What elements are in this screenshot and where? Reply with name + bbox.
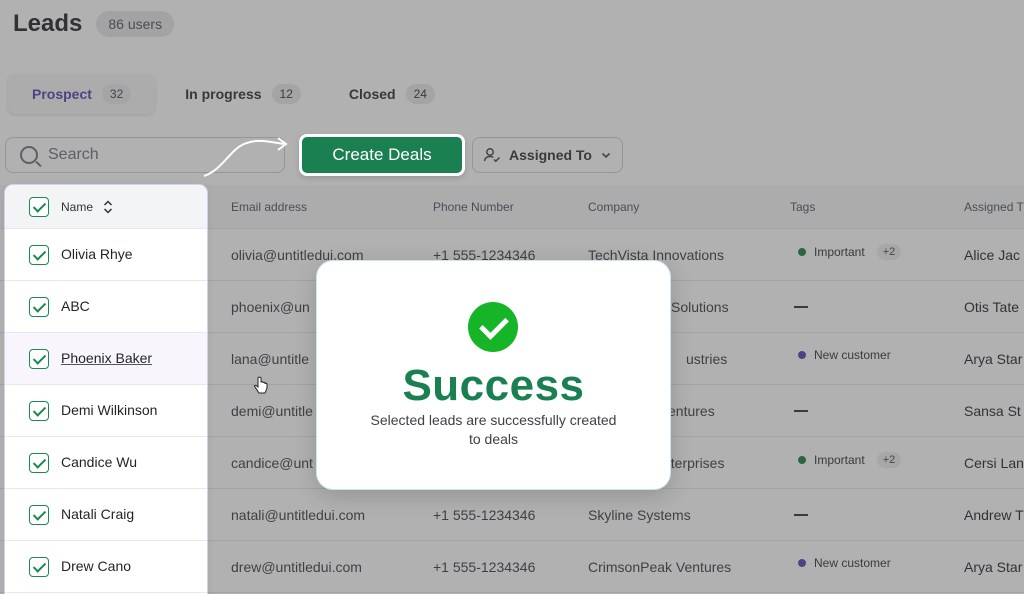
row-checkbox[interactable] xyxy=(29,349,49,369)
hand-cursor-icon xyxy=(254,376,268,394)
success-check-icon xyxy=(468,302,518,352)
row-checkbox[interactable] xyxy=(29,297,49,317)
selected-names-column: Name Olivia Rhye ABC Phoenix Baker Demi … xyxy=(5,185,207,594)
name-row[interactable]: Phoenix Baker xyxy=(5,333,207,385)
column-name: Name xyxy=(61,200,94,214)
lead-name-link[interactable]: Phoenix Baker xyxy=(61,350,152,366)
curved-arrow-icon xyxy=(203,137,288,177)
name-column-header: Name xyxy=(5,185,207,229)
name-row[interactable]: Demi Wilkinson xyxy=(5,385,207,437)
row-checkbox[interactable] xyxy=(29,245,49,265)
create-deals-button[interactable]: Create Deals xyxy=(299,134,465,176)
lead-name: Olivia Rhye xyxy=(61,246,133,262)
row-checkbox[interactable] xyxy=(29,505,49,525)
name-row[interactable]: Olivia Rhye xyxy=(5,229,207,281)
sort-icon[interactable] xyxy=(103,199,113,215)
name-row[interactable]: Candice Wu xyxy=(5,437,207,489)
name-row[interactable]: Natali Craig xyxy=(5,489,207,541)
row-checkbox[interactable] xyxy=(29,557,49,577)
row-checkbox[interactable] xyxy=(29,453,49,473)
select-all-checkbox[interactable] xyxy=(29,197,49,217)
name-row[interactable]: Drew Cano xyxy=(5,541,207,593)
lead-name: Demi Wilkinson xyxy=(61,402,158,418)
lead-name: Natali Craig xyxy=(61,506,135,522)
modal-message: Selected leads are successfully created … xyxy=(370,412,617,447)
lead-name: ABC xyxy=(61,298,90,314)
modal-title: Success xyxy=(402,361,585,410)
lead-name: Candice Wu xyxy=(61,454,138,470)
success-modal: Success Selected leads are successfully … xyxy=(317,261,670,489)
name-row[interactable]: ABC xyxy=(5,281,207,333)
row-checkbox[interactable] xyxy=(29,401,49,421)
lead-name: Drew Cano xyxy=(61,558,132,574)
